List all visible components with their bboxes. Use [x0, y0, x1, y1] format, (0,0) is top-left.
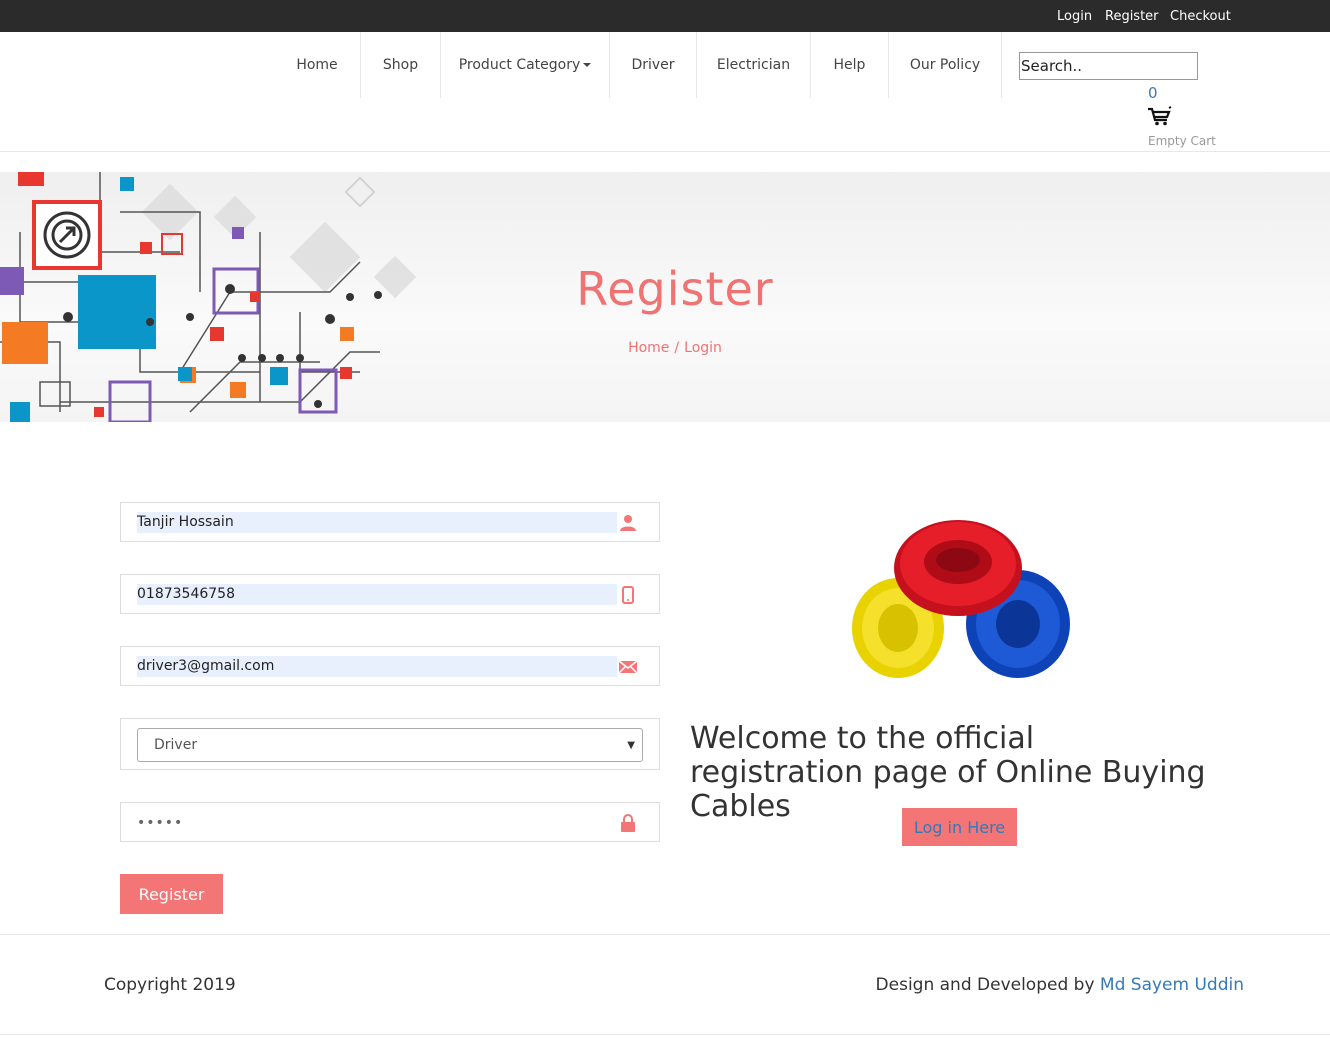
cart-icon[interactable]: [1147, 106, 1173, 126]
nav-electrician-label: Electrician: [716, 57, 791, 73]
nav-item-shop[interactable]: Shop: [361, 32, 441, 98]
footer: Copyright 2019 Design and Developed by M…: [0, 934, 1330, 1035]
page-title: Register: [576, 262, 774, 316]
password-field[interactable]: •••••: [120, 802, 660, 842]
page-banner: Register Home / Login: [0, 172, 1330, 422]
mobile-phone-icon: [622, 586, 634, 604]
main-nav: Home Shop Product Category Driver Electr…: [0, 32, 1330, 152]
dropdown-arrow-icon: ▼: [627, 740, 635, 751]
cart-count[interactable]: 0: [1148, 84, 1158, 102]
nav-home-label: Home: [296, 57, 338, 73]
name-field[interactable]: Tanjir Hossain: [120, 502, 660, 542]
breadcrumb-home[interactable]: Home: [628, 340, 669, 356]
top-bar: Login Register Checkout: [0, 0, 1330, 32]
author-link[interactable]: Md Sayem Uddin: [1100, 975, 1244, 995]
name-input-value[interactable]: Tanjir Hossain: [137, 512, 617, 533]
copyright-text: Copyright 2019: [104, 975, 236, 995]
password-input-value[interactable]: •••••: [137, 815, 183, 831]
nav-item-product-category[interactable]: Product Category: [441, 32, 610, 98]
role-select-wrapper: Driver ▼: [120, 718, 660, 770]
phone-field[interactable]: 01873546758: [120, 574, 660, 614]
nav-shop-label: Shop: [382, 57, 419, 73]
login-here-button[interactable]: Log in Here: [902, 808, 1017, 846]
phone-input-value[interactable]: 01873546758: [137, 584, 617, 605]
nav-item-home[interactable]: Home: [274, 32, 361, 98]
email-input-value[interactable]: driver3@gmail.com: [137, 656, 617, 677]
credit-text: Design and Developed by Md Sayem Uddin: [876, 975, 1244, 995]
nav-driver-label: Driver: [631, 57, 675, 73]
top-register-link[interactable]: Register: [1105, 9, 1159, 24]
search-input[interactable]: [1019, 52, 1198, 80]
cable-coils-image: [852, 520, 1070, 678]
cart-status-label: Empty Cart: [1148, 134, 1216, 148]
nav-our-policy-label: Our Policy: [909, 57, 981, 73]
breadcrumb: Home / Login: [0, 340, 1330, 356]
nav-product-category-label: Product Category: [458, 57, 581, 73]
nav-help-label: Help: [833, 57, 866, 73]
breadcrumb-login[interactable]: Login: [684, 340, 722, 356]
nav-item-help[interactable]: Help: [811, 32, 889, 98]
register-button[interactable]: Register: [120, 874, 223, 914]
breadcrumb-separator: /: [674, 340, 680, 356]
lock-icon: [621, 814, 635, 832]
email-field[interactable]: driver3@gmail.com: [120, 646, 660, 686]
role-select[interactable]: Driver ▼: [137, 728, 643, 762]
credit-prefix: Design and Developed by: [875, 975, 1095, 995]
top-checkout-link[interactable]: Checkout: [1170, 9, 1231, 24]
nav-item-electrician[interactable]: Electrician: [697, 32, 811, 98]
envelope-icon: [619, 660, 637, 674]
user-icon: [620, 515, 636, 531]
nav-item-our-policy[interactable]: Our Policy: [889, 32, 1002, 98]
role-select-value: Driver: [154, 737, 198, 753]
top-login-link[interactable]: Login: [1057, 9, 1092, 24]
caret-down-icon: [583, 63, 592, 67]
nav-item-driver[interactable]: Driver: [610, 32, 697, 98]
